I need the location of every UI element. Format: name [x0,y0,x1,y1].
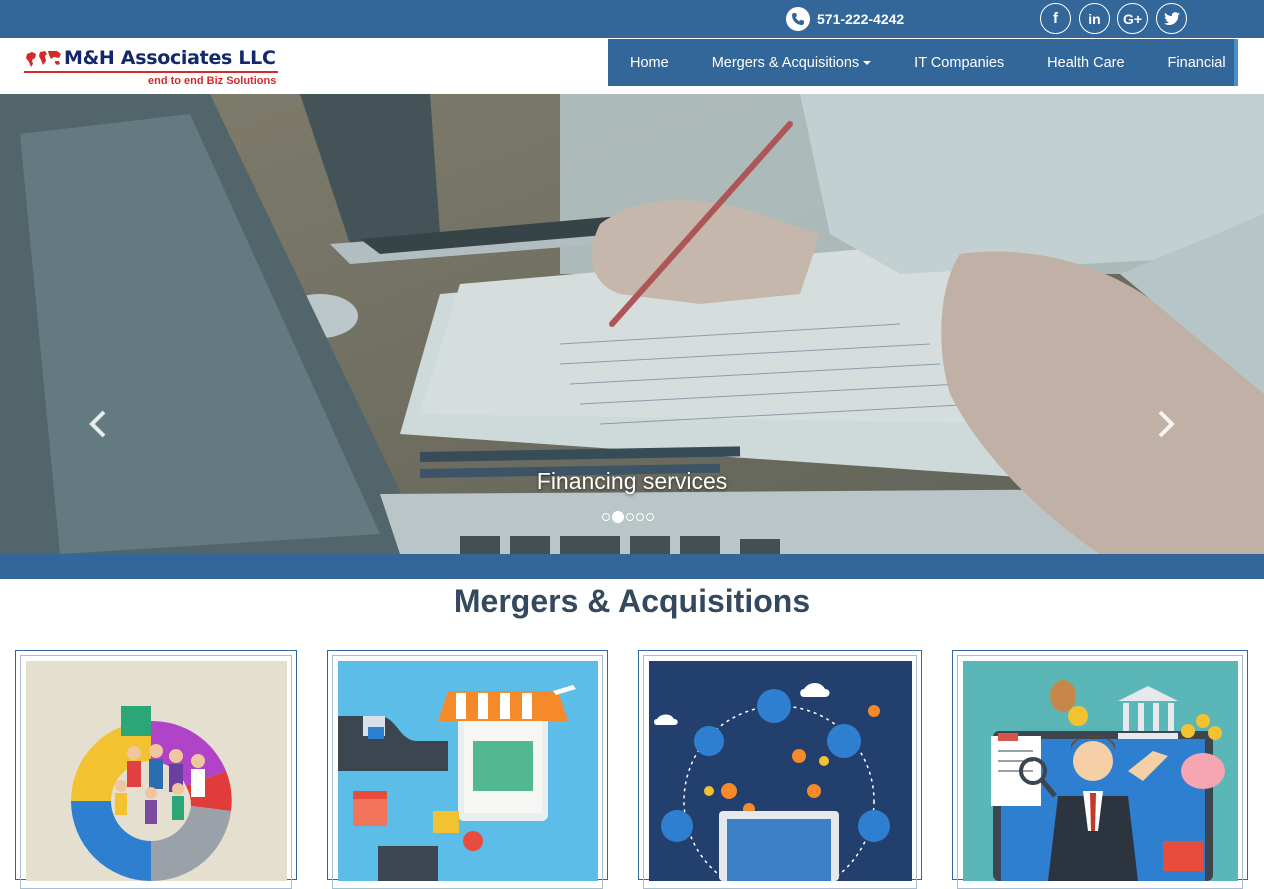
carousel-next-icon[interactable] [1155,409,1177,439]
pie-people-illustration [71,706,232,881]
hero-bottom-band [0,554,1264,579]
logo-underline [24,71,278,73]
carousel-dot-active[interactable] [612,511,624,523]
online-store-illustration [338,685,576,881]
card-ecommerce[interactable] [327,650,608,889]
main-nav: Home Mergers & Acquisitions IT Companies… [608,39,1238,86]
phone-icon [786,7,810,31]
nav-it-companies[interactable]: IT Companies [914,55,1004,71]
carousel-caption: Financing services [536,468,728,494]
phone-contact[interactable]: 571-222-4242 [786,7,904,31]
google-plus-icon[interactable]: G+ [1117,3,1148,34]
nav-home[interactable]: Home [630,55,669,71]
facebook-icon[interactable]: f [1040,3,1071,34]
top-bar: 571-222-4242 f in G+ [0,0,1264,38]
linkedin-icon[interactable]: in [1079,3,1110,34]
carousel-dot[interactable] [646,513,654,521]
section-title: Mergers & Acquisitions [453,583,811,619]
logo-title: M&H Associates LLC [64,47,276,69]
nav-mergers-label: Mergers & Acquisitions [711,54,860,71]
carousel-dot[interactable] [602,513,610,521]
phone-number: 571-222-4242 [817,11,905,27]
carousel-indicators [602,511,656,523]
twitter-icon[interactable] [1156,3,1187,34]
world-map-icon [26,51,61,67]
card-business-analytics[interactable] [15,650,297,889]
card-global-network[interactable] [638,650,922,889]
carousel-dot[interactable] [636,513,644,521]
network-gears-illustration [654,683,890,881]
financial-advisor-illustration [991,680,1225,881]
carousel-dot[interactable] [626,513,634,521]
site-logo[interactable]: M&H Associates LLC end to end Biz Soluti… [22,46,282,90]
nav-health-care[interactable]: Health Care [1047,55,1124,71]
card-financial-advisor[interactable] [952,650,1248,889]
nav-edge [1234,39,1238,86]
caret-down-icon [863,60,872,65]
site-header: M&H Associates LLC end to end Biz Soluti… [0,38,1264,94]
nav-mergers-acquisitions[interactable]: Mergers & Acquisitions [711,54,872,71]
logo-tagline: end to end Biz Solutions [148,75,277,87]
carousel-prev-icon[interactable] [87,409,109,439]
nav-financial[interactable]: Financial [1168,55,1226,71]
